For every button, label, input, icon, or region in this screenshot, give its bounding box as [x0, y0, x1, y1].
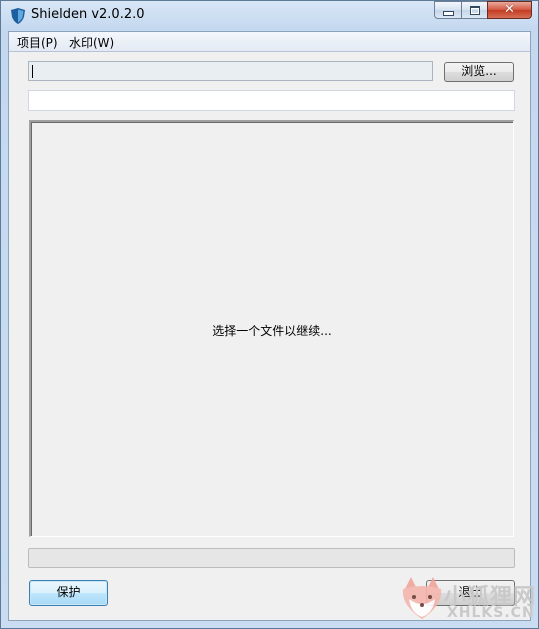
client-area: 项目(P) 水印(W) 浏览... 选择一个文件以继续... 保护 退出	[8, 31, 531, 621]
info-field	[28, 90, 515, 111]
caption-buttons: ✕	[434, 1, 532, 21]
minimize-icon	[442, 10, 454, 16]
app-window: Shielden v2.0.2.0 ✕ 项目(P) 水印(W) 浏览... 选择…	[0, 0, 539, 629]
window-title: Shielden v2.0.2.0	[31, 7, 145, 22]
preview-message: 选择一个文件以继续...	[212, 324, 332, 338]
maximize-icon	[469, 5, 480, 15]
file-path-input[interactable]	[28, 61, 433, 81]
text-caret	[32, 65, 33, 78]
menu-watermark[interactable]: 水印(W)	[69, 34, 114, 51]
menu-bar: 项目(P) 水印(W)	[9, 32, 530, 52]
menu-project[interactable]: 项目(P)	[17, 34, 58, 51]
close-icon: ✕	[504, 2, 515, 17]
preview-panel[interactable]: 选择一个文件以继续...	[29, 120, 514, 537]
browse-button[interactable]: 浏览...	[444, 62, 514, 82]
shield-icon	[11, 8, 25, 24]
progress-bar	[28, 548, 515, 568]
close-button[interactable]: ✕	[487, 1, 532, 19]
minimize-button[interactable]	[434, 1, 461, 19]
protect-button[interactable]: 保护	[29, 580, 108, 606]
title-bar[interactable]: Shielden v2.0.2.0 ✕	[1, 1, 538, 31]
fox-logo-icon	[402, 577, 442, 619]
watermark-text-en: XHLKS.CN	[447, 605, 535, 621]
maximize-button[interactable]	[461, 1, 487, 19]
